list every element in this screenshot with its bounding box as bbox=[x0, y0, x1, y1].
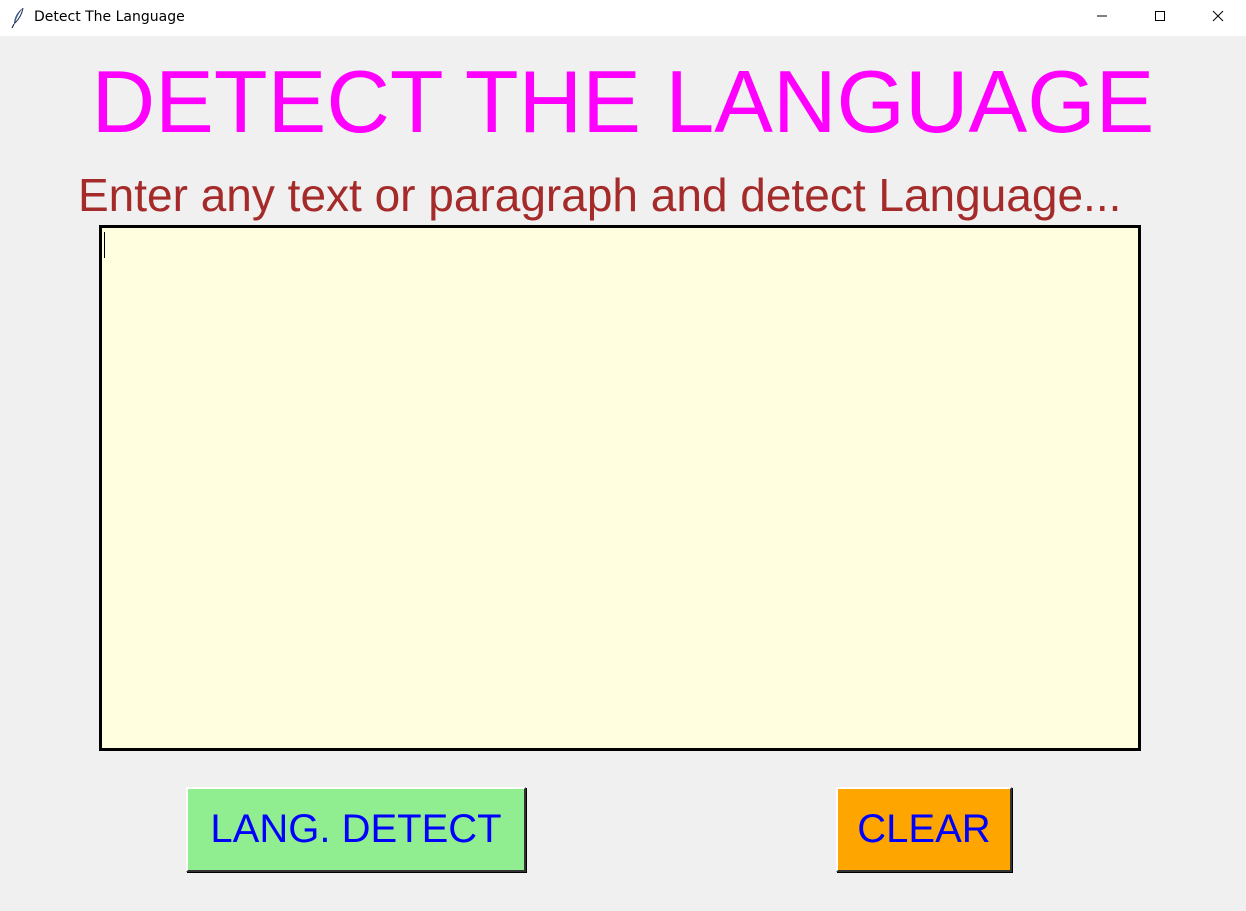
minimize-icon bbox=[1096, 9, 1108, 27]
text-input-area[interactable] bbox=[99, 225, 1141, 751]
text-cursor bbox=[104, 232, 105, 258]
maximize-icon bbox=[1154, 9, 1166, 27]
clear-button[interactable]: CLEAR bbox=[836, 787, 1012, 872]
minimize-button[interactable] bbox=[1073, 0, 1131, 36]
feather-icon bbox=[11, 7, 25, 29]
close-button[interactable] bbox=[1189, 0, 1246, 36]
window-title: Detect The Language bbox=[34, 9, 185, 25]
page-subtitle: Enter any text or paragraph and detect L… bbox=[78, 169, 1122, 221]
close-icon bbox=[1212, 9, 1224, 27]
page-title: DETECT THE LANGUAGE bbox=[91, 52, 1155, 151]
lang-detect-button-label: LANG. DETECT bbox=[210, 807, 502, 851]
maximize-button[interactable] bbox=[1131, 0, 1189, 36]
app-window: Detect The Language DETECT THE LANGUAGE … bbox=[0, 0, 1246, 911]
lang-detect-button[interactable]: LANG. DETECT bbox=[186, 787, 526, 872]
title-bar[interactable]: Detect The Language bbox=[0, 0, 1246, 36]
clear-button-label: CLEAR bbox=[857, 807, 991, 851]
